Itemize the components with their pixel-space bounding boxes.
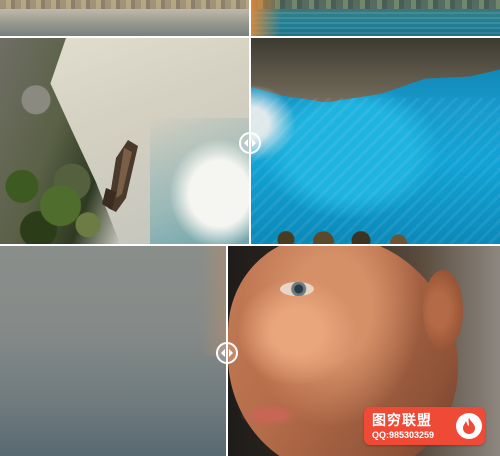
watermark-title: 图穷联盟 (372, 413, 432, 429)
comparison-slider-handle[interactable] (216, 342, 238, 364)
portrait-before-image (0, 246, 226, 456)
lake-after-image (251, 0, 500, 36)
before-after-gallery: 图穷联盟 QQ:985303259 (0, 0, 500, 456)
comparison-slider-line[interactable] (249, 0, 251, 244)
beach-before-image (0, 38, 249, 244)
watermark-logo: 图穷联盟 QQ:985303259 (364, 407, 485, 445)
flame-icon (456, 413, 482, 439)
lake-before-image (0, 0, 249, 36)
watermark-contact: QQ:985303259 (372, 430, 435, 440)
left-right-arrows-icon (221, 349, 233, 357)
comparison-slider-handle[interactable] (239, 132, 261, 154)
left-right-arrows-icon (244, 139, 256, 147)
beach-after-image (251, 38, 500, 244)
shipwreck-icon (102, 140, 138, 212)
panel-separator (0, 244, 500, 246)
